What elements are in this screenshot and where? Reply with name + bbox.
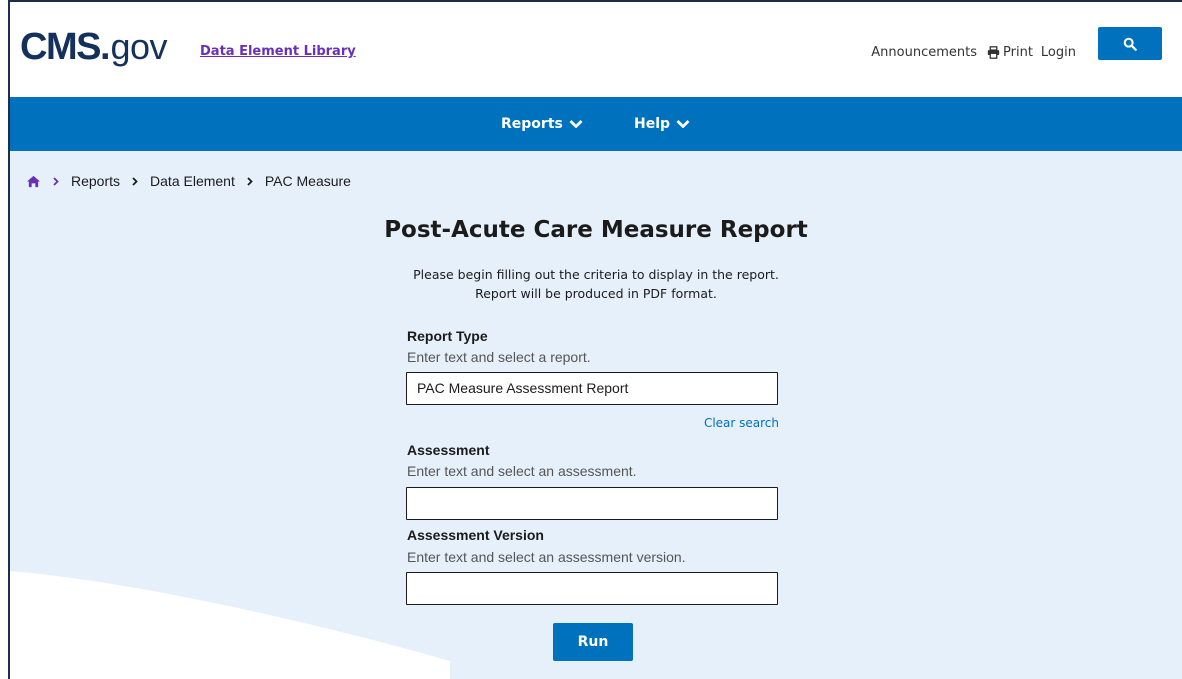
breadcrumb-current: PAC Measure (264, 173, 351, 189)
utility-links: Announcements Print Login (871, 45, 1076, 60)
report-type-hint: Enter text and select a report. (407, 349, 591, 365)
page: CMS. gov Data Element Library Announcemen… (10, 2, 1182, 679)
nav-help[interactable]: Help (634, 116, 690, 132)
intro-line-1: Please begin filling out the criteria to… (413, 267, 779, 282)
clear-search-link[interactable]: Clear search (704, 416, 779, 430)
cms-logo[interactable]: CMS. gov (20, 26, 168, 70)
report-type-input[interactable]: PAC Measure Assessment Report (406, 372, 778, 405)
intro-text: Please begin filling out the criteria to… (10, 265, 1182, 303)
breadcrumb-reports[interactable]: Reports (71, 173, 120, 189)
printer-icon (987, 46, 1000, 59)
breadcrumb-separator (132, 176, 138, 186)
nav-reports-label: Reports (501, 116, 563, 132)
logo-gov-text: gov (110, 26, 168, 67)
chevron-right-icon (247, 176, 253, 186)
site-header: CMS. gov Data Element Library Announcemen… (10, 2, 1182, 97)
assessment-version-hint: Enter text and select an assessment vers… (407, 549, 686, 565)
home-icon[interactable] (26, 175, 41, 188)
breadcrumb-data-element[interactable]: Data Element (150, 173, 235, 189)
assessment-label: Assessment (407, 442, 490, 458)
nav-reports[interactable]: Reports (501, 116, 583, 132)
page-title: Post-Acute Care Measure Report (384, 217, 808, 243)
site-title-link[interactable]: Data Element Library (200, 44, 356, 59)
assessment-input[interactable] (406, 487, 778, 520)
main-nav: Reports Help (10, 97, 1182, 151)
logo-dot: . (99, 26, 111, 68)
run-button[interactable]: Run (553, 623, 633, 661)
nav-help-label: Help (634, 116, 671, 132)
announcements-link[interactable]: Announcements (871, 45, 977, 60)
report-type-label: Report Type (407, 328, 488, 344)
chevron-right-icon (132, 176, 138, 186)
print-label: Print (1003, 45, 1033, 60)
print-link[interactable]: Print (987, 45, 1033, 60)
main-content: Reports Data Element PAC Measure Post-Ac… (10, 151, 1182, 679)
chevron-right-icon (53, 176, 59, 186)
breadcrumb-separator (247, 176, 253, 186)
assessment-version-input[interactable] (406, 572, 778, 605)
intro-line-2: Report will be produced in PDF format. (475, 286, 717, 301)
chevron-down-icon (569, 120, 583, 128)
breadcrumb-separator (53, 176, 59, 186)
breadcrumb: Reports Data Element PAC Measure (26, 173, 351, 189)
assessment-version-label: Assessment Version (407, 527, 544, 543)
login-link[interactable]: Login (1041, 45, 1076, 60)
assessment-hint: Enter text and select an assessment. (407, 463, 637, 479)
search-button[interactable] (1098, 27, 1162, 60)
chevron-down-icon (676, 120, 690, 128)
search-icon (1123, 37, 1137, 51)
logo-cms-text: CMS (20, 26, 101, 68)
